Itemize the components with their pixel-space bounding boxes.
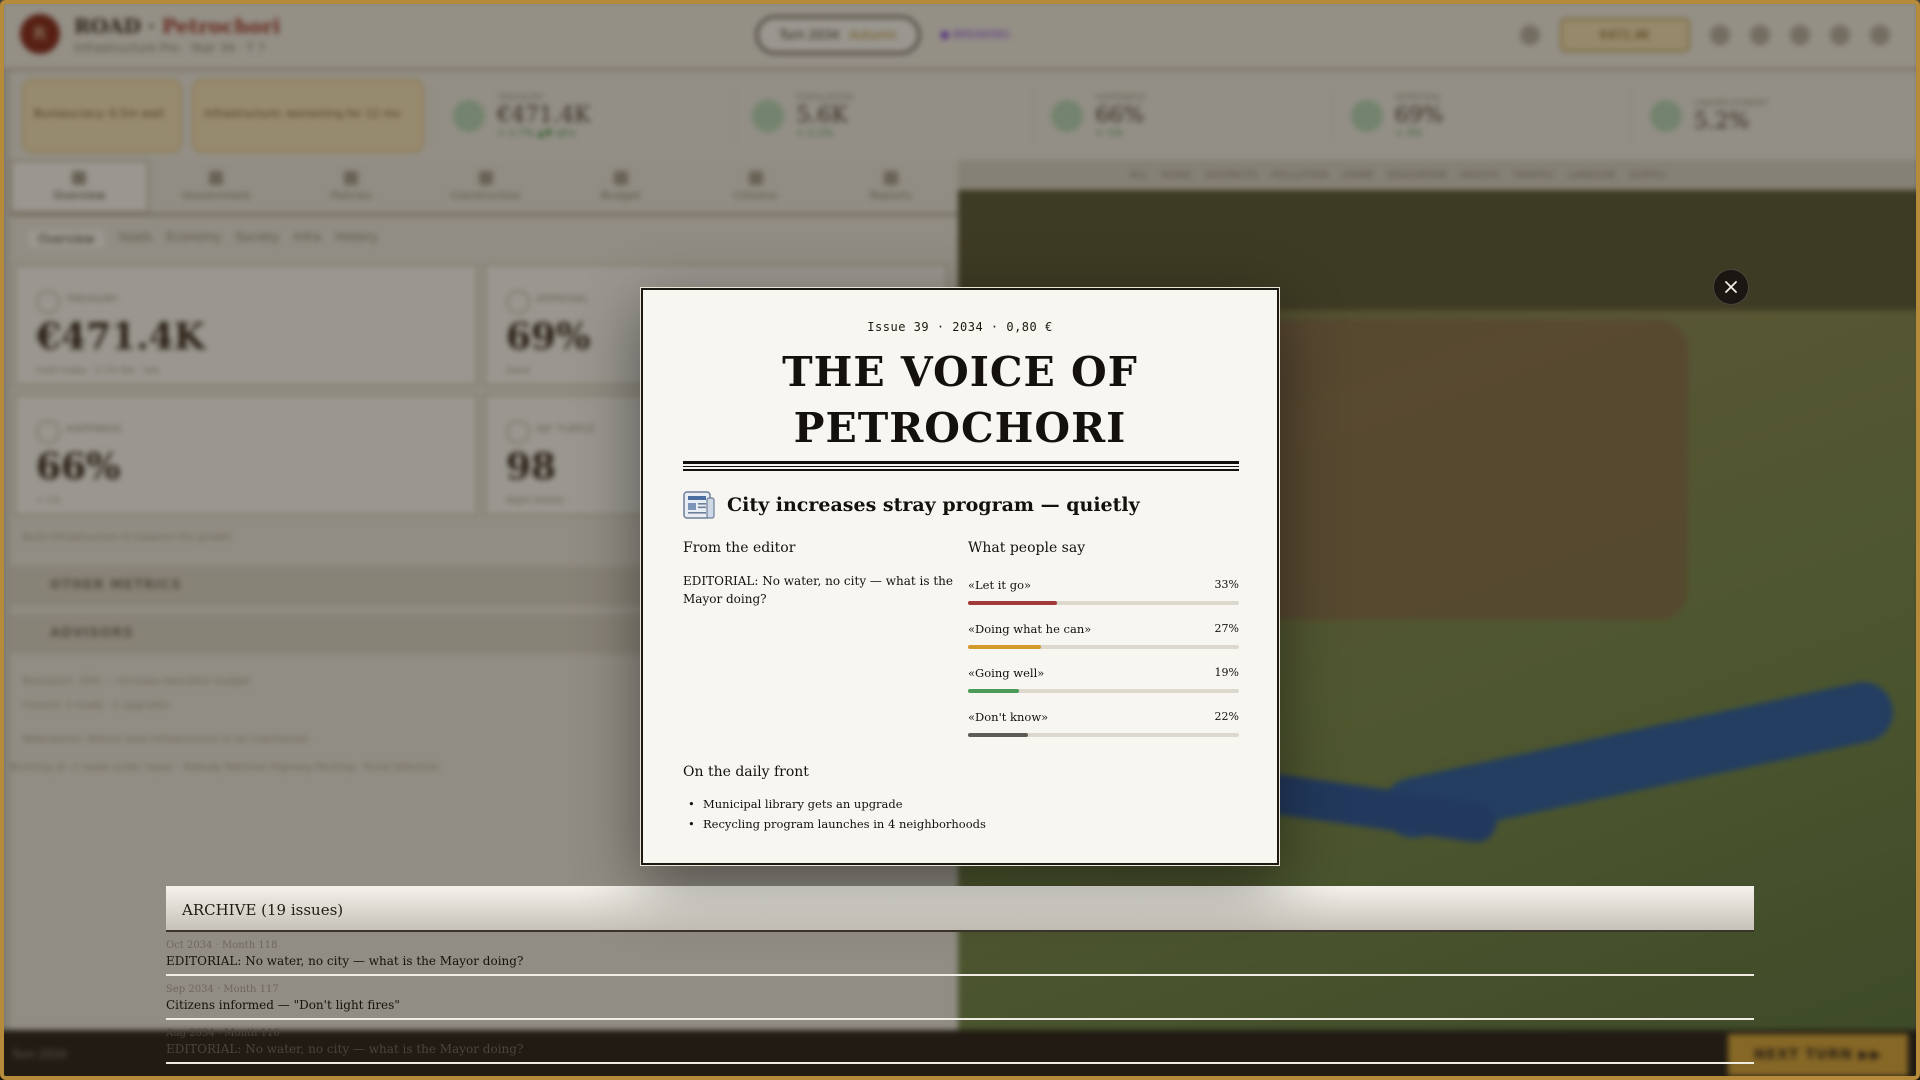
poll-track xyxy=(968,689,1239,693)
daily-item: Municipal library gets an upgrade xyxy=(685,794,986,814)
daily-front-list: Municipal library gets an upgrade Recycl… xyxy=(685,794,986,834)
close-icon xyxy=(1725,281,1737,293)
poll-track xyxy=(968,645,1239,649)
title-rule xyxy=(683,469,1239,471)
newspaper-icon xyxy=(683,490,715,520)
poll-label: «Let it go» xyxy=(968,578,1032,592)
poll-bar xyxy=(968,645,1042,649)
issue-line: Issue 39 · 2034 · 0,80 € xyxy=(867,320,1053,334)
poll-percent: 22% xyxy=(1214,710,1239,723)
headline-row: City increases stray program — quietly xyxy=(683,490,1140,520)
archive-date: Aug 2034 · Month 116 xyxy=(166,1028,280,1039)
poll-percent: 27% xyxy=(1214,622,1239,635)
poll-percent: 19% xyxy=(1214,666,1239,679)
headline: City increases stray program — quietly xyxy=(727,494,1140,516)
poll-label: «Don't know» xyxy=(968,710,1049,724)
poll-percent: 33% xyxy=(1214,578,1239,591)
title-rule xyxy=(683,466,1239,467)
archive-panel: ARCHIVE (19 issues) Oct 2034 · Month 118… xyxy=(166,886,1754,1064)
archive-item[interactable]: Aug 2034 · Month 116 EDITORIAL: No water… xyxy=(166,1020,1754,1064)
people-label: What people say xyxy=(968,540,1086,556)
archive-item[interactable]: Sep 2034 · Month 117 Citizens informed —… xyxy=(166,976,1754,1020)
poll-track xyxy=(968,601,1239,605)
poll-bar xyxy=(968,733,1028,737)
archive-item[interactable]: Oct 2034 · Month 118 EDITORIAL: No water… xyxy=(166,932,1754,976)
archive-date: Sep 2034 · Month 117 xyxy=(166,984,279,995)
editorial-text: EDITORIAL: No water, no city — what is t… xyxy=(683,574,953,606)
poll-bar xyxy=(968,601,1058,605)
daily-item: Recycling program launches in 4 neighbor… xyxy=(685,814,986,834)
poll-bar xyxy=(968,689,1020,693)
archive-header[interactable]: ARCHIVE (19 issues) xyxy=(166,886,1754,932)
daily-front-label: On the daily front xyxy=(683,764,809,780)
newspaper-title-line: PETROCHORI xyxy=(793,404,1127,452)
newspaper-title-line: THE VOICE OF xyxy=(782,348,1138,396)
poll-track xyxy=(968,733,1239,737)
archive-title: Citizens informed — "Don't light fires" xyxy=(166,998,400,1012)
poll-label: «Doing what he can» xyxy=(968,622,1092,636)
archive-date: Oct 2034 · Month 118 xyxy=(166,940,278,951)
archive-title: EDITORIAL: No water, no city — what is t… xyxy=(166,1042,524,1056)
archive-title: EDITORIAL: No water, no city — what is t… xyxy=(166,954,524,968)
newspaper-title: THE VOICE OF PETROCHORI xyxy=(643,344,1277,456)
poll-label: «Going well» xyxy=(968,666,1045,680)
close-button[interactable] xyxy=(1713,269,1749,305)
title-rule xyxy=(683,461,1239,464)
editor-label: From the editor xyxy=(683,540,796,556)
newspaper-modal: Issue 39 · 2034 · 0,80 € THE VOICE OF PE… xyxy=(641,288,1279,865)
